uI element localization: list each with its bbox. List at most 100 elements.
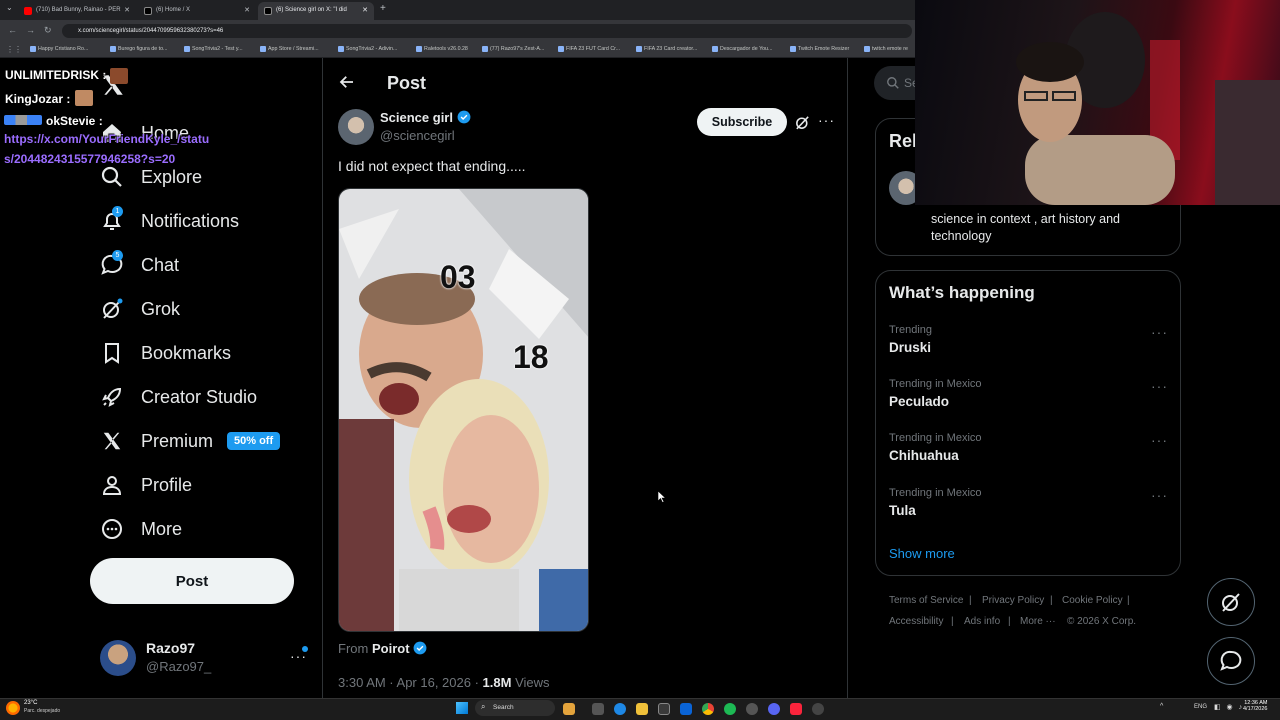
tray-icons[interactable]: ◧ ◉ ♪ — [1214, 703, 1244, 711]
trend-more-icon[interactable]: ··· — [1151, 378, 1168, 394]
weather-desc[interactable]: Parc. despejado — [24, 708, 60, 714]
close-tab-icon[interactable]: ✕ — [244, 6, 250, 14]
back-arrow-icon[interactable] — [338, 72, 356, 97]
spotify-icon[interactable] — [724, 703, 736, 715]
show-more-link[interactable]: Show more — [889, 546, 955, 561]
back-nav-icon[interactable]: ← — [8, 25, 17, 35]
chat-float-button[interactable] — [1207, 637, 1255, 685]
post-media-video[interactable]: 03 18 — [338, 188, 589, 632]
post-button[interactable]: Post — [90, 558, 294, 604]
bookmark-item[interactable]: Happy Cristiano Ro... — [30, 46, 88, 52]
forward-nav-icon[interactable]: → — [26, 25, 35, 35]
bell-icon: 1 — [100, 206, 124, 233]
footer-link[interactable]: Accessibility — [889, 616, 943, 627]
chat-badges — [4, 115, 42, 125]
nav-item-profile[interactable]: Profile — [100, 470, 192, 500]
store-icon[interactable] — [658, 703, 670, 715]
from-name[interactable]: Poirot — [372, 641, 410, 656]
discord-icon[interactable] — [768, 703, 780, 715]
subscribe-button[interactable]: Subscribe — [697, 108, 787, 136]
taskbar-search[interactable]: ⌕ Search — [475, 700, 555, 716]
bookmark-item[interactable]: SongTrivia2 - Test y... — [184, 46, 243, 52]
grok-float-button[interactable] — [1207, 578, 1255, 626]
reload-icon[interactable]: ↻ — [44, 25, 52, 36]
author-handle[interactable]: @sciencegirl — [380, 128, 455, 143]
nav-item-notifications[interactable]: 1 Notifications — [100, 206, 239, 236]
language-indicator[interactable]: ENG — [1194, 704, 1207, 710]
nav-item-explore[interactable]: Explore — [100, 162, 202, 192]
trend-more-icon[interactable]: ··· — [1151, 432, 1168, 448]
tray-chevron-icon[interactable]: ^ — [1160, 703, 1163, 710]
nav-item-more[interactable]: More — [100, 514, 182, 544]
taskbar-app-icon[interactable] — [812, 703, 824, 715]
taskbar-app-icon[interactable] — [563, 703, 575, 715]
bookmark-item[interactable]: FIFA 23 Card creator... — [636, 46, 697, 52]
music-icon[interactable] — [790, 703, 802, 715]
tab-search-icon[interactable]: ⌄ — [6, 3, 13, 12]
trend-name: Peculado — [889, 394, 950, 409]
author-avatar[interactable] — [338, 109, 374, 145]
post-text: I did not expect that ending..... — [338, 158, 526, 174]
trend-context: Trending in Mexico — [889, 487, 982, 499]
new-tab-icon[interactable]: + — [380, 3, 386, 14]
bookmark-item[interactable]: App Store / Streami... — [260, 46, 319, 52]
footer-link[interactable]: Terms of Service — [889, 595, 963, 606]
post-meta: 3:30 AM · Apr 16, 2026 · 1.8M Views — [338, 675, 550, 690]
mouse-cursor-icon — [657, 490, 667, 508]
nav-item-creator-studio[interactable]: Creator Studio — [100, 382, 257, 412]
footer-separator: | — [1127, 595, 1130, 606]
nav-label: Notifications — [141, 210, 240, 231]
footer-more-link[interactable]: More ··· — [1020, 616, 1056, 627]
chrome-icon[interactable] — [702, 703, 714, 715]
bookmark-item[interactable]: twitch emote re — [864, 46, 908, 52]
weather-temp[interactable]: 23°C — [24, 700, 37, 706]
trend-item[interactable]: Trending Druski — [889, 324, 932, 355]
nav-item-bookmarks[interactable]: Bookmarks — [100, 338, 231, 368]
trend-item[interactable]: Trending in Mexico Tula — [889, 487, 982, 518]
bookmark-item[interactable]: FIFA 23 FUT Card Cr... — [558, 46, 620, 52]
taskbar-app-icon[interactable] — [746, 703, 758, 715]
apps-grid-icon[interactable]: ⋮⋮ — [6, 45, 22, 54]
footer-link[interactable]: Cookie Policy — [1062, 595, 1123, 606]
file-explorer-icon[interactable] — [636, 703, 648, 715]
nav-item-grok[interactable]: Grok — [100, 294, 180, 324]
tab-title: (710) Bad Bunny, Rainao - PER — [36, 7, 121, 13]
browser-tab[interactable]: (6) Home / X ✕ — [138, 2, 256, 20]
bookmark-item[interactable]: Descargador de You... — [712, 46, 772, 52]
edge-icon[interactable] — [614, 703, 626, 715]
verified-badge-icon — [457, 110, 471, 124]
clock[interactable]: 12:36 AM 4/17/2026 — [1243, 700, 1267, 712]
author-name-row[interactable]: Science girl — [380, 110, 471, 125]
nav-item-premium[interactable]: Premium 50% off — [100, 426, 281, 456]
trend-more-icon[interactable]: ··· — [1151, 487, 1168, 503]
close-tab-icon[interactable]: ✕ — [362, 6, 368, 14]
footer-link[interactable]: Ads info — [964, 616, 1000, 627]
post-timestamp[interactable]: 3:30 AM · Apr 16, 2026 · — [338, 675, 479, 690]
bookmark-item[interactable]: Burego figura de to... — [110, 46, 167, 52]
close-tab-icon[interactable]: ✕ — [124, 6, 130, 14]
chat-message[interactable]: https://x.com/YourFriendKyle_/statu — [4, 132, 209, 146]
trend-more-icon[interactable]: ··· — [1151, 324, 1168, 340]
url-input[interactable]: x.com/sciencegirl/status/204470995963238… — [62, 24, 912, 38]
mail-icon[interactable] — [680, 703, 692, 715]
footer-link[interactable]: Privacy Policy — [982, 595, 1044, 606]
bookmark-item[interactable]: Twitch Emote Resizer — [790, 46, 849, 52]
author-name[interactable]: Science girl — [380, 110, 453, 125]
avatar[interactable] — [100, 640, 136, 676]
chat-message[interactable]: s/2044824315577946258?s=20 — [4, 152, 175, 166]
task-view-icon[interactable] — [592, 703, 604, 715]
browser-tab-active[interactable]: (6) Science girl on X: "I did ✕ — [258, 2, 374, 20]
bookmark-item[interactable]: SongTrivia2 - Adivin... — [338, 46, 397, 52]
browser-tab[interactable]: (710) Bad Bunny, Rainao - PER ✕ — [18, 2, 136, 20]
bookmark-item[interactable]: (77) Razo97's Zest-A... — [482, 46, 544, 52]
bookmark-item[interactable]: Raletools v26.0.28 — [416, 46, 468, 52]
chat-username: okStevie : — [46, 114, 103, 128]
nav-item-chat[interactable]: 5 Chat — [100, 250, 179, 280]
windows-start-icon[interactable] — [456, 702, 468, 714]
trend-item[interactable]: Trending in Mexico Peculado — [889, 378, 982, 409]
trend-item[interactable]: Trending in Mexico Chihuahua — [889, 432, 982, 463]
weather-icon[interactable] — [6, 701, 20, 715]
grok-icon[interactable] — [794, 114, 811, 136]
from-attribution[interactable]: From Poirot — [338, 641, 427, 656]
more-options-icon[interactable]: ··· — [818, 112, 835, 128]
